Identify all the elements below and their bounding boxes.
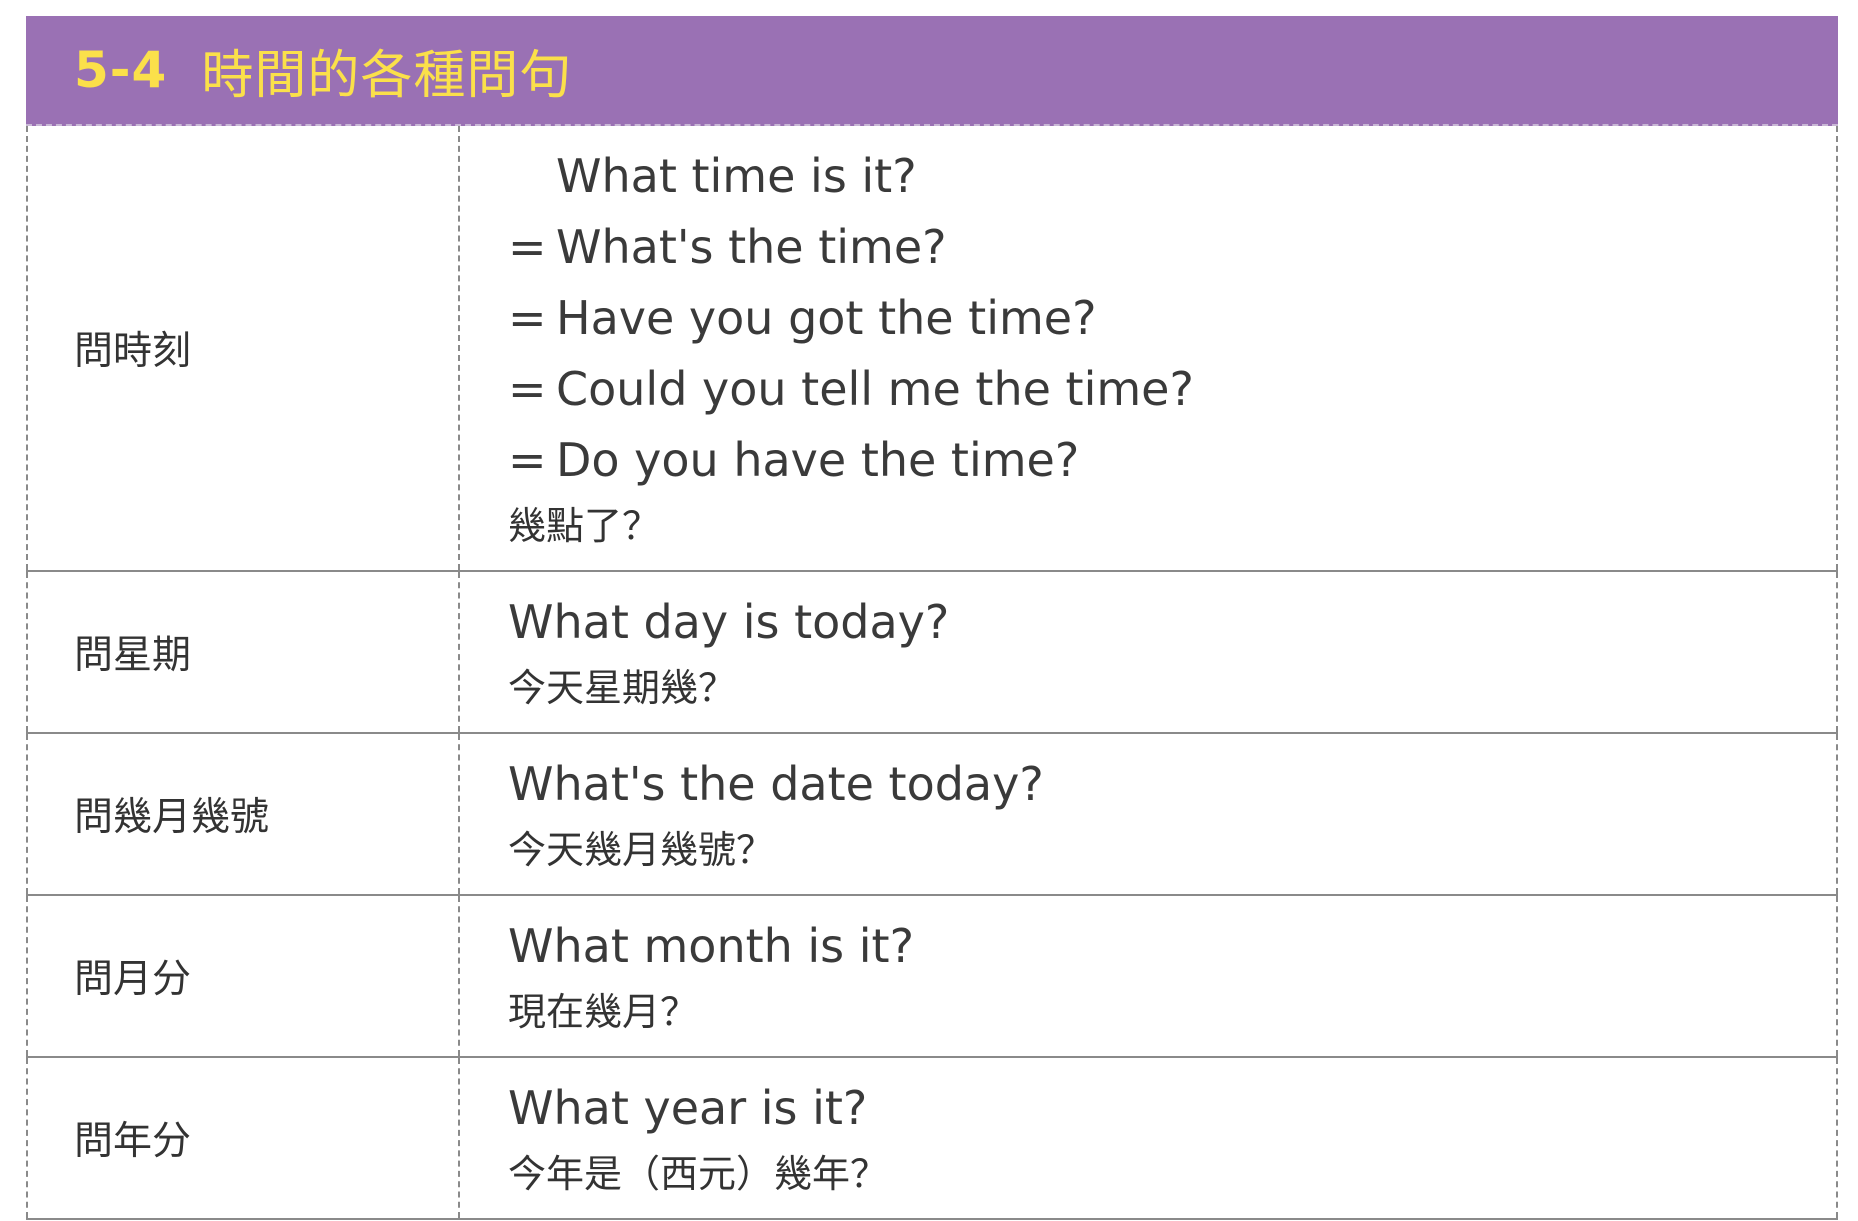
row-content: What day is today? 今天星期幾？ xyxy=(459,570,1838,733)
english-question: = Have you got the time? xyxy=(508,283,1836,354)
table-row: 問星期 What day is today? 今天星期幾？ xyxy=(26,570,1838,733)
table-row: 問時刻 What time is it? = What's the time? =… xyxy=(26,126,1838,571)
row-category: 問時刻 xyxy=(26,126,460,571)
english-question: What year is it? xyxy=(508,1080,868,1135)
english-question: What time is it? xyxy=(556,148,917,203)
row-category: 問星期 xyxy=(26,570,460,733)
row-content: What year is it? 今年是（西元）幾年？ xyxy=(459,1056,1838,1220)
table-row: 問年分 What year is it? 今年是（西元）幾年？ xyxy=(26,1056,1838,1220)
english-question: What's the date today? xyxy=(508,756,1044,811)
section-number: 5-4 xyxy=(74,41,168,99)
english-question: = What's the time? xyxy=(508,212,1836,283)
row-category: 問月分 xyxy=(26,894,460,1057)
table-row: 問幾月幾號 What's the date today? 今天幾月幾號？ xyxy=(26,732,1838,895)
english-question: What month is it? xyxy=(508,918,915,973)
chinese-translation: 今天幾月幾號？ xyxy=(508,827,775,872)
section-title: 時間的各種問句 xyxy=(201,45,573,106)
row-category: 問年分 xyxy=(26,1056,460,1220)
equals-sign: = xyxy=(508,219,547,274)
row-content: What's the date today? 今天幾月幾號？ xyxy=(459,732,1838,895)
row-content: What time is it? = What's the time? = Have… xyxy=(459,126,1838,571)
chinese-translation: 今天星期幾？ xyxy=(508,665,737,710)
time-questions-table: 問時刻 What time is it? = What's the time? =… xyxy=(26,126,1838,1220)
row-category: 問幾月幾號 xyxy=(26,732,460,895)
chinese-translation: 幾點了？ xyxy=(508,503,661,548)
equals-sign: = xyxy=(508,432,547,487)
chinese-translation: 現在幾月？ xyxy=(508,989,699,1034)
question-table-card: 5-4 時間的各種問句 問時刻 What time is it? = What's… xyxy=(26,16,1838,1220)
equals-sign: = xyxy=(508,290,547,345)
english-question: = Could you tell me the time? xyxy=(508,354,1836,425)
english-question: What day is today? xyxy=(508,594,950,649)
english-question: = Do you have the time? xyxy=(508,425,1836,496)
section-header: 5-4 時間的各種問句 xyxy=(26,16,1838,126)
table-row: 問月分 What month is it? 現在幾月？ xyxy=(26,894,1838,1057)
row-content: What month is it? 現在幾月？ xyxy=(459,894,1838,1057)
equals-sign: = xyxy=(508,361,547,416)
chinese-translation: 今年是（西元）幾年？ xyxy=(508,1151,889,1196)
